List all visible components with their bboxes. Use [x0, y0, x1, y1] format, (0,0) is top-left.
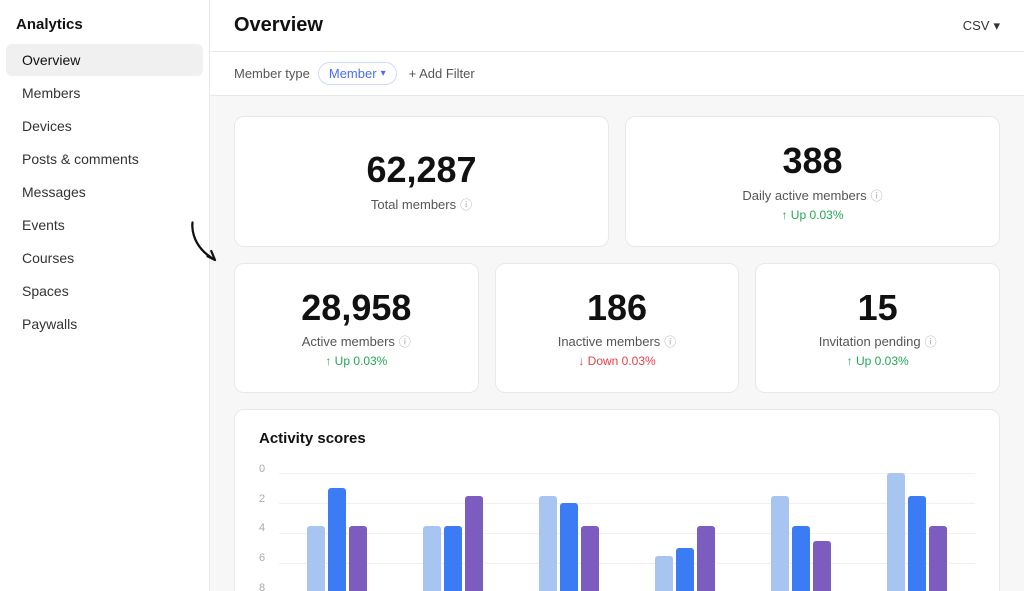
chart-groups: [279, 473, 975, 591]
stat-number-inactive-members: 186: [587, 288, 647, 328]
stat-card-inactive-members: 186 Inactive members ⓘ ↓ Down 0.03%: [495, 263, 740, 394]
bar-group-JAN-15: [423, 496, 483, 591]
bar-group-FEB-13: [655, 526, 715, 591]
stat-label-total-members: Total members ⓘ: [371, 196, 472, 213]
sidebar-item-devices[interactable]: Devices: [6, 110, 203, 142]
info-icon: ⓘ: [925, 333, 937, 350]
main-header: Overview CSV ▾: [210, 0, 1024, 52]
bar-purple: [697, 526, 715, 591]
stat-label-invitation-pending: Invitation pending ⓘ: [819, 333, 937, 350]
chart-title: Activity scores: [259, 430, 975, 447]
stat-change-active-members: ↑ Up 0.03%: [325, 354, 387, 368]
bar-purple: [465, 496, 483, 591]
chart-inner: 1086420: [259, 463, 975, 591]
stat-card-total-members: 62,287 Total members ⓘ: [234, 116, 609, 247]
sidebar-item-courses[interactable]: Courses: [6, 242, 203, 274]
stat-change-daily-active-members: ↑ Up 0.03%: [781, 208, 843, 222]
bar-blue: [792, 526, 810, 591]
stats-row-1: 62,287 Total members ⓘ 388 Daily active mem…: [234, 116, 1000, 247]
chart-bars-area: [279, 473, 975, 591]
sidebar-item-paywalls[interactable]: Paywalls: [6, 308, 203, 340]
info-icon: ⓘ: [460, 196, 472, 213]
bar-group-MAR-11: [887, 473, 947, 591]
stat-change-invitation-pending: ↑ Up 0.03%: [847, 354, 909, 368]
sidebar-item-events[interactable]: Events: [6, 209, 203, 241]
stat-number-daily-active-members: 388: [782, 141, 842, 181]
bar-light-blue: [539, 496, 557, 591]
sidebar-item-spaces[interactable]: Spaces: [6, 275, 203, 307]
filter-chevron: ▾: [381, 68, 386, 79]
bar-purple: [581, 526, 599, 591]
bar-blue: [560, 503, 578, 591]
bar-purple: [349, 526, 367, 591]
sidebar-item-members[interactable]: Members: [6, 77, 203, 109]
sidebar-item-messages[interactable]: Messages: [6, 176, 203, 208]
stat-card-invitation-pending: 15 Invitation pending ⓘ ↑ Up 0.03%: [755, 263, 1000, 394]
sidebar-item-posts-comments[interactable]: Posts & comments: [6, 143, 203, 175]
bar-blue: [444, 526, 462, 591]
bar-blue: [676, 548, 694, 591]
bar-purple: [813, 541, 831, 591]
sidebar-item-overview[interactable]: Overview: [6, 44, 203, 76]
bar-light-blue: [771, 496, 789, 591]
stat-label-inactive-members: Inactive members ⓘ: [558, 333, 677, 350]
stat-number-active-members: 28,958: [301, 288, 411, 328]
stat-number-total-members: 62,287: [366, 150, 476, 190]
sidebar: Analytics OverviewMembersDevicesPosts & …: [0, 0, 210, 591]
bar-light-blue: [655, 556, 673, 591]
filter-label: Member type: [234, 66, 310, 81]
chart-y-label: 6: [259, 552, 271, 564]
filter-value: Member: [329, 66, 377, 81]
main-content: Overview CSV ▾ Member type Member ▾ + Ad…: [210, 0, 1024, 591]
member-type-filter[interactable]: Member ▾: [318, 62, 397, 85]
filter-bar: Member type Member ▾ + Add Filter: [210, 52, 1024, 96]
stat-card-daily-active-members: 388 Daily active members ⓘ ↑ Up 0.03%: [625, 116, 1000, 247]
stat-change-inactive-members: ↓ Down 0.03%: [578, 354, 655, 368]
page-title: Overview: [234, 14, 323, 37]
bar-light-blue: [307, 526, 325, 591]
bar-group-JAN-1: [307, 488, 367, 591]
stat-label-daily-active-members: Daily active members ⓘ: [742, 187, 882, 204]
sidebar-title: Analytics: [0, 0, 209, 43]
info-icon: ⓘ: [399, 333, 411, 350]
stat-number-invitation-pending: 15: [858, 288, 898, 328]
chart-y-label: 4: [259, 522, 271, 534]
chart-area: 1086420 JAN 1JAN 15JAN 29FEB 13FEB 28MAR…: [259, 463, 975, 591]
bar-group-JAN-29: [539, 496, 599, 591]
content-area: 62,287 Total members ⓘ 388 Daily active mem…: [210, 96, 1024, 591]
bar-purple: [929, 526, 947, 591]
chart-y-label: 0: [259, 463, 271, 475]
add-filter-button[interactable]: + Add Filter: [409, 66, 475, 81]
bar-blue: [328, 488, 346, 591]
chart-y-axis: 1086420: [259, 463, 279, 591]
stats-row-2: 28,958 Active members ⓘ ↑ Up 0.03% 186 Inact…: [234, 263, 1000, 394]
stat-card-active-members: 28,958 Active members ⓘ ↑ Up 0.03%: [234, 263, 479, 394]
bar-blue: [908, 496, 926, 591]
bar-light-blue: [887, 473, 905, 591]
bar-light-blue: [423, 526, 441, 591]
activity-chart-card: Activity scores 1086420 JAN 1JAN 15JAN 2…: [234, 409, 1000, 591]
chart-y-label: 2: [259, 493, 271, 505]
stat-label-active-members: Active members ⓘ: [302, 333, 411, 350]
info-icon: ⓘ: [871, 187, 883, 204]
export-csv-button[interactable]: CSV ▾: [963, 18, 1000, 34]
info-icon: ⓘ: [664, 333, 676, 350]
chart-y-label: 8: [259, 582, 271, 591]
bar-group-FEB-28: [771, 496, 831, 591]
